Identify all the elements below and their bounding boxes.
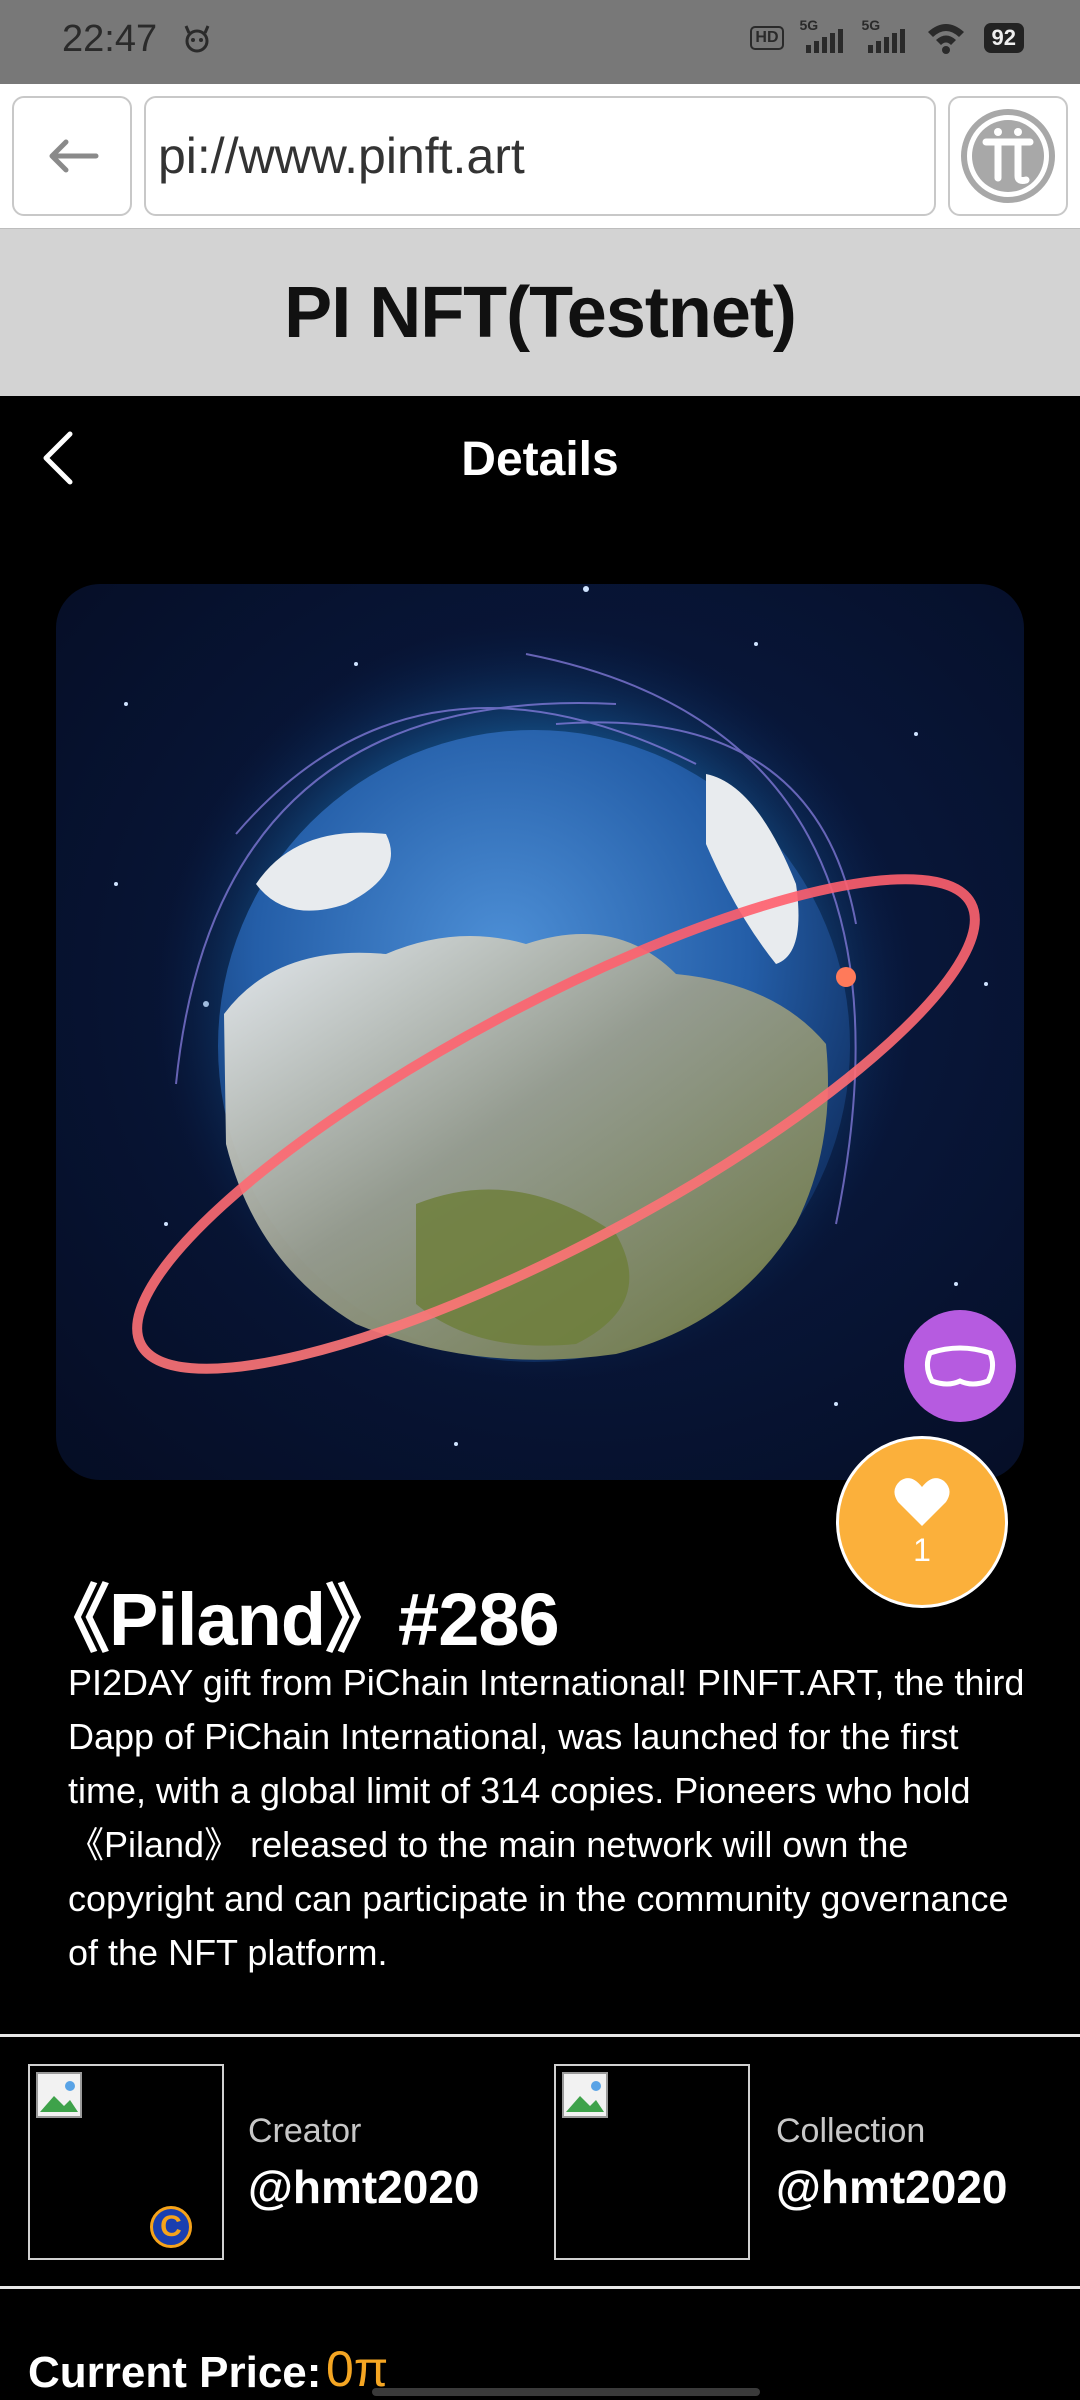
collection-label: Collection [776,2112,926,2150]
creator-label: Creator [248,2112,362,2150]
nft-title: 《Piland》#286 [36,1578,560,1661]
status-time: 22:47 [62,18,158,60]
nft-description: PI2DAY gift from PiChain International! … [68,1662,1025,1973]
collection-name[interactable]: @hmt2020 [776,2160,1008,2214]
signal-icon: 5G [800,17,846,53]
vr-headset-icon [924,1345,996,1387]
hd-icon: HD [750,26,784,50]
site-title: PI NFT(Testnet) [284,272,797,353]
price-label: Current Price: [28,2348,322,2397]
pi-browser-button[interactable] [948,96,1068,216]
like-button[interactable]: 1 [836,1436,1008,1608]
nft-image[interactable] [56,584,1024,1480]
broken-image-icon [36,2072,82,2118]
notification-icon [184,25,210,53]
page-title: Details [461,433,619,486]
pi-logo-icon [961,109,1055,203]
heart-icon [894,1477,950,1526]
home-indicator[interactable] [372,2388,760,2396]
vr-view-button[interactable] [904,1310,1016,1422]
wifi-icon [927,24,964,54]
creator-badge-icon: C [150,2206,192,2248]
creator-name[interactable]: @hmt2020 [248,2160,480,2214]
site-header: PI NFT(Testnet) [0,228,1080,396]
signal-icon: 5G [862,17,908,53]
status-icons: HD 5G 5G 92 [750,17,1024,54]
divider [0,2286,1080,2289]
like-count: 1 [913,1531,931,1568]
browser-back-button[interactable] [12,96,132,216]
divider [0,2034,1080,2037]
battery-icon: 92 [983,23,1024,53]
network-type-label: 5G [861,17,881,33]
status-bar: 22:47 HD 5G 5G 92 [0,0,1080,84]
collection-thumbnail[interactable] [554,2064,750,2260]
url-field[interactable]: pi://www.pinft.art [144,96,936,216]
broken-image-icon [562,2072,608,2118]
creator-avatar[interactable] [28,2064,224,2260]
back-arrow-icon [49,139,99,173]
network-type-label: 5G [799,17,819,33]
planet-globe-artwork [114,586,988,1446]
browser-toolbar: pi://www.pinft.art [0,84,1080,228]
